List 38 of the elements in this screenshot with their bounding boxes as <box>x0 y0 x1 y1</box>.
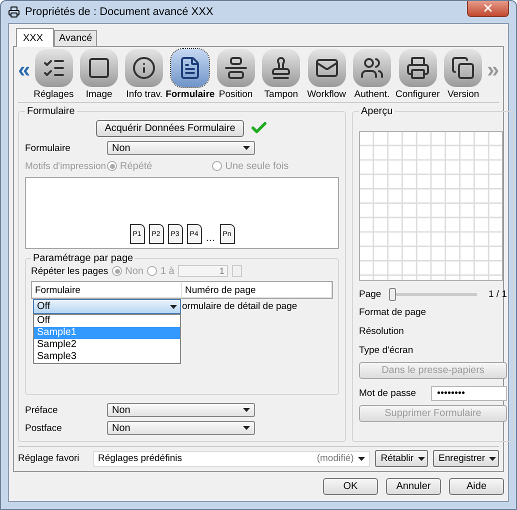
field-label: Mot de passe <box>359 388 418 399</box>
radio-label: Non <box>125 266 144 276</box>
info-label: Type d'écran <box>359 344 414 358</box>
page-reading: 1 / 1 <box>488 288 507 300</box>
radio-label: Répété <box>120 160 152 172</box>
form-dropdown[interactable]: Non <box>107 141 255 155</box>
reset-button[interactable]: Rétablir <box>374 450 428 467</box>
field-label: Préface <box>25 404 59 416</box>
field-label: Page <box>359 288 382 300</box>
password-field[interactable]: •••••••• <box>431 386 507 401</box>
info-label: Format de page <box>359 306 428 320</box>
save-button[interactable]: Enregistrer <box>432 450 499 467</box>
dialog-button[interactable]: Annuler <box>386 478 441 495</box>
table-cell: ormulaire de détail de page <box>182 301 298 312</box>
radio-label: 1 à <box>160 266 174 276</box>
dialog-button[interactable]: Aide <box>449 478 504 495</box>
field-label: Répéter les pages <box>31 266 108 276</box>
window-title: Propriétés de : Document avancé XXX <box>25 6 214 18</box>
dialog-button[interactable]: OK <box>323 478 378 495</box>
ellipsis: … <box>206 233 216 244</box>
favorite-dropdown[interactable]: Réglages prédéfinis (modifié) <box>93 450 370 466</box>
preface-dropdown[interactable]: Non <box>107 403 255 417</box>
column-header: Formulaire <box>32 282 182 297</box>
field-label: Motifs d'impression <box>25 160 103 172</box>
group-title: Aperçu <box>360 106 394 117</box>
field-label: Réglage favori <box>18 453 80 464</box>
previous-button[interactable]: « <box>18 57 30 83</box>
group-title: Formulaire <box>26 106 76 117</box>
field-label: Formulaire <box>25 142 72 154</box>
postface-dropdown[interactable]: Non <box>107 421 255 435</box>
tab[interactable]: XXX <box>16 28 54 47</box>
info-label: Résolution <box>359 325 405 339</box>
radio-label: Une seule fois <box>225 160 289 172</box>
column-header: Numéro de page <box>182 282 332 297</box>
field-label: Postface <box>25 422 63 434</box>
acquire-button[interactable]: Acquérir Données Formulaire <box>96 120 244 136</box>
tab[interactable]: Avancé <box>54 30 98 47</box>
group-title: Paramétrage par page <box>32 253 134 264</box>
